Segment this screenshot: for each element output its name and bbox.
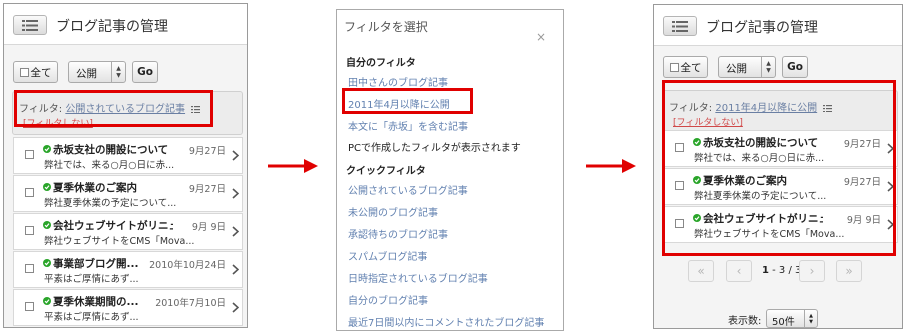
post-snippet: 平素はご厚情にあず... <box>44 274 139 285</box>
panel-after: ブログ記事の管理 全て 公開 ▲ ▼ Go フィルタ: 2011年4月以降に公開 [… <box>653 4 903 329</box>
item-checkbox[interactable] <box>25 226 34 235</box>
go-button[interactable]: Go <box>782 56 808 78</box>
post-date: 2010年7月10日 <box>155 298 226 309</box>
my-filter-item[interactable]: 本文に「赤坂」を含む記事 <box>348 118 468 133</box>
published-check-icon <box>43 297 51 305</box>
item-checkbox[interactable] <box>25 302 34 311</box>
next-page-button[interactable]: › <box>799 260 825 282</box>
arrow-right-icon <box>586 159 636 173</box>
post-snippet: 弊社夏季休業の予定について... <box>44 198 177 209</box>
my-filters-heading: 自分のフィルタ <box>346 58 416 69</box>
arrow-right-icon <box>268 159 318 173</box>
highlight-frame <box>342 88 473 114</box>
quick-filter-item[interactable]: 承認待ちのブログ記事 <box>348 226 448 241</box>
published-check-icon <box>43 259 51 267</box>
chevron-right-icon <box>232 188 239 199</box>
filter-select-dialog: フィルタを選択 × 自分のフィルタ 田中さんのブログ記事 2011年4月以降に公… <box>336 9 564 331</box>
post-title: 事業部ブログ開... <box>53 258 139 270</box>
post-list-item[interactable]: 夏季休業期間の... 2010年7月10日平素はご厚情にあず... <box>13 289 243 326</box>
quick-filter-item[interactable]: 公開されているブログ記事 <box>348 182 468 197</box>
page-title: ブログ記事の管理 <box>706 20 818 36</box>
status-select-value: 公開 <box>726 63 747 75</box>
header: ブログ記事の管理 <box>4 4 247 45</box>
pc-filter-note: PCで作成したフィルタが表示されます <box>348 143 521 154</box>
chevron-right-icon <box>232 226 239 237</box>
panel-before: ブログ記事の管理 全て 公開 ▲ ▼ Go フィルタ: 公開されているブログ記事 [… <box>3 3 248 328</box>
post-title: 赤坂支社の開設について <box>53 144 169 156</box>
current-page: 1 <box>762 265 769 276</box>
post-snippet: 弊社ウェブサイトをCMS「Mova... <box>44 236 195 247</box>
post-snippet: 弊社では、来る○月○日に赤... <box>44 160 175 171</box>
quick-filter-item[interactable]: スパムブログ記事 <box>348 248 427 263</box>
select-all-button[interactable]: 全て <box>13 61 58 83</box>
item-checkbox[interactable] <box>25 188 34 197</box>
chevron-right-icon <box>232 150 239 161</box>
list-icon <box>22 19 38 31</box>
page-size-label: 表示数: <box>728 316 762 327</box>
checkbox-icon <box>669 62 679 72</box>
select-arrows-icon: ▲ ▼ <box>761 57 775 77</box>
published-check-icon <box>43 145 51 153</box>
first-page-button[interactable]: « <box>688 260 714 282</box>
list-icon <box>672 20 688 32</box>
select-all-button[interactable]: 全て <box>663 56 708 78</box>
post-date: 9月27日 <box>188 146 226 157</box>
post-snippet: 平素はご厚情にあず... <box>44 312 139 323</box>
post-list-item[interactable]: 会社ウェブサイトがリニュ... 9月 9日弊社ウェブサイトをCMS「Mova... <box>13 213 243 250</box>
prev-page-button[interactable]: ‹ <box>726 260 752 282</box>
list-menu-button[interactable] <box>13 15 47 35</box>
post-list-item[interactable]: 赤坂支社の開設について 9月27日弊社では、来る○月○日に赤... <box>13 137 243 174</box>
published-check-icon <box>43 183 51 191</box>
select-arrows-icon: ▲ ▼ <box>111 62 125 82</box>
dialog-title: フィルタを選択 <box>344 20 428 34</box>
select-all-label: 全て <box>680 61 702 74</box>
select-arrows-icon: ▲ ▼ <box>804 310 817 327</box>
my-filter-item[interactable]: 田中さんのブログ記事 <box>348 74 448 89</box>
post-date: 2010年10月24日 <box>149 260 226 271</box>
page-size-value: 50件 <box>772 317 795 328</box>
close-icon[interactable]: × <box>536 30 546 44</box>
pagination: « ‹ 1 - 3 / 3 › » <box>654 260 902 284</box>
chevron-right-icon <box>232 302 239 313</box>
post-title: 夏季休業のご案内 <box>53 182 137 194</box>
page-title: ブログ記事の管理 <box>56 19 168 35</box>
post-title: 会社ウェブサイトがリニュ... <box>53 220 173 232</box>
page-range: - 3 / 3 <box>768 265 802 276</box>
select-all-label: 全て <box>30 66 52 79</box>
page-indicator: 1 - 3 / 3 <box>762 265 801 276</box>
highlight-frame <box>14 90 213 127</box>
last-page-button[interactable]: » <box>836 260 862 282</box>
status-select[interactable]: 公開 ▲ ▼ <box>68 61 126 83</box>
page-size-select[interactable]: 50件 ▲ ▼ <box>766 309 818 328</box>
highlight-frame <box>662 80 896 256</box>
status-select[interactable]: 公開 ▲ ▼ <box>718 56 776 78</box>
go-button[interactable]: Go <box>132 61 158 83</box>
header: ブログ記事の管理 <box>654 5 902 46</box>
post-date: 9月 9日 <box>191 222 226 233</box>
quick-filter-item[interactable]: 自分のブログ記事 <box>348 292 428 307</box>
chevron-right-icon <box>232 264 239 275</box>
post-title: 夏季休業期間の... <box>53 296 139 308</box>
item-checkbox[interactable] <box>25 264 34 273</box>
status-select-value: 公開 <box>76 68 97 80</box>
post-date: 9月27日 <box>188 184 226 195</box>
published-check-icon <box>43 221 51 229</box>
quick-filters-heading: クイックフィルタ <box>346 166 426 177</box>
quick-filter-item[interactable]: 未公開のブログ記事 <box>348 204 438 219</box>
post-list-item[interactable]: 事業部ブログ開... 2010年10月24日 平素はご厚情にあず... <box>13 251 243 288</box>
item-checkbox[interactable] <box>25 150 34 159</box>
quick-filter-item[interactable]: 日時指定されているブログ記事 <box>348 270 488 285</box>
quick-filter-item[interactable]: 最近7日間以内にコメントされたブログ記事 <box>348 314 544 329</box>
checkbox-icon <box>19 67 29 77</box>
post-list-item[interactable]: 夏季休業のご案内 9月27日 弊社夏季休業の予定について... <box>13 175 243 212</box>
list-menu-button[interactable] <box>663 16 697 36</box>
